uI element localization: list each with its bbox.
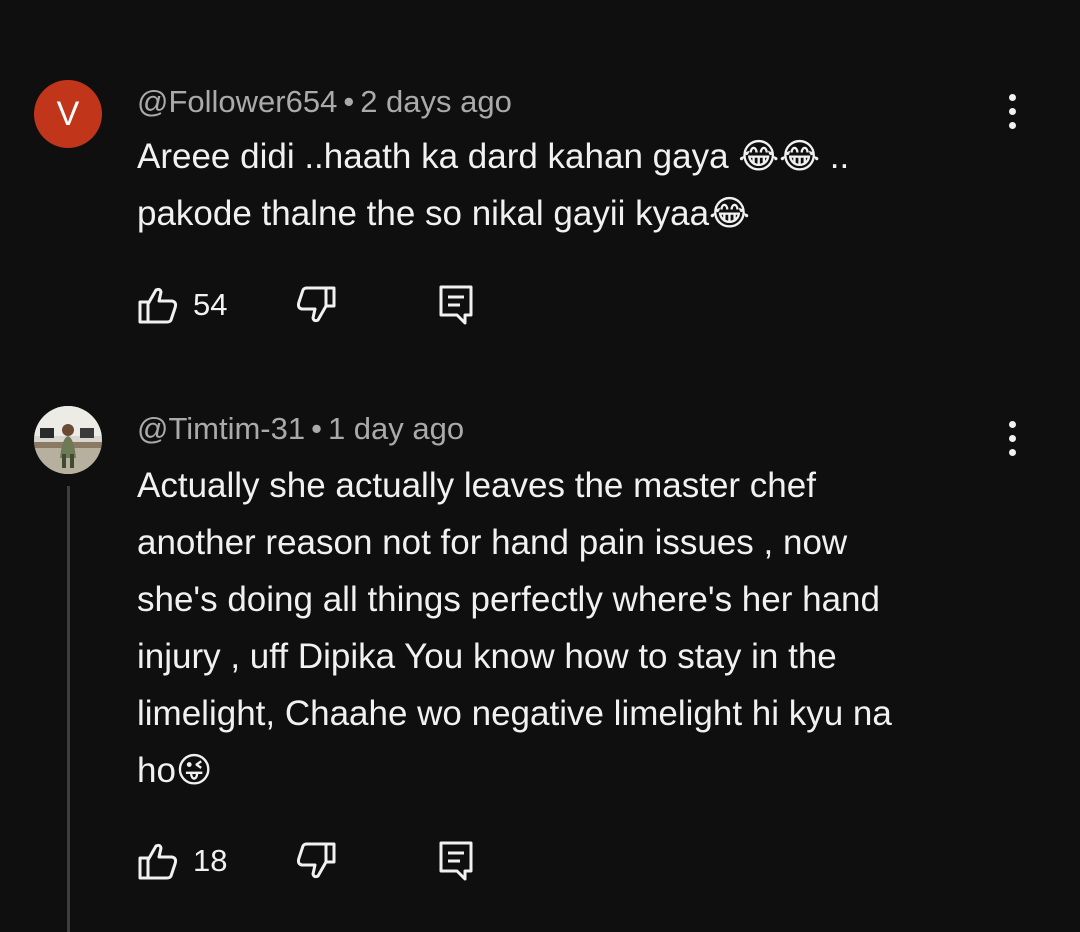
comment-line: another reason not for hand pain issues … xyxy=(137,523,848,562)
comment-time[interactable]: 2 days ago xyxy=(360,84,512,119)
comment-line: she's doing all things perfectly where's… xyxy=(137,580,880,619)
reply-button[interactable] xyxy=(437,283,477,327)
more-dot xyxy=(1008,107,1016,115)
comment-line: ho😜 xyxy=(137,751,213,790)
thread-line xyxy=(67,486,70,932)
comment-line: limelight, Chaahe wo negative limelight … xyxy=(137,694,892,733)
reply-comment-icon xyxy=(437,283,477,327)
like-count: 18 xyxy=(193,843,228,878)
thumbs-down-icon xyxy=(295,284,337,326)
meta-separator: • xyxy=(343,84,355,119)
thumbs-up-icon xyxy=(137,284,179,326)
avatar[interactable]: V xyxy=(34,80,102,148)
comment-text: Areee didi ..haath ka dard kahan gaya 😂😂… xyxy=(137,128,997,242)
comment-time[interactable]: 1 day ago xyxy=(328,411,464,446)
like-count: 54 xyxy=(193,287,228,322)
comment-text: Actually she actually leaves the master … xyxy=(137,457,997,799)
thumbs-up-icon xyxy=(137,840,179,882)
reply-comment-icon xyxy=(437,839,477,883)
more-dot xyxy=(1008,448,1016,456)
author-name[interactable]: @Timtim-31 xyxy=(137,411,305,446)
more-vertical-icon xyxy=(1008,93,1016,101)
comment-line: injury , uff Dipika You know how to stay… xyxy=(137,637,837,676)
like-button[interactable]: 54 xyxy=(137,283,227,327)
more-options-button[interactable] xyxy=(992,408,1032,468)
dislike-button[interactable] xyxy=(295,283,337,327)
comment-meta: @Follower654 • 2 days ago xyxy=(137,82,512,122)
more-options-button[interactable] xyxy=(992,81,1032,141)
more-dot xyxy=(1008,434,1016,442)
more-dot xyxy=(1008,121,1016,129)
avatar[interactable] xyxy=(34,406,102,474)
like-button[interactable]: 18 xyxy=(137,839,227,883)
thumbs-down-icon xyxy=(295,840,337,882)
more-vertical-icon xyxy=(1008,420,1016,428)
meta-separator: • xyxy=(311,411,322,446)
comment-line: Actually she actually leaves the master … xyxy=(137,466,816,505)
author-name[interactable]: @Follower654 xyxy=(137,84,337,119)
comment-line: Areee didi ..haath ka dard kahan gaya 😂😂… xyxy=(137,137,850,176)
comment-meta: @Timtim-31 • 1 day ago xyxy=(137,409,464,449)
reply-button[interactable] xyxy=(437,839,477,883)
comment-line: pakode thalne the so nikal gayii kyaa😂 xyxy=(137,194,750,233)
dislike-button[interactable] xyxy=(295,839,337,883)
